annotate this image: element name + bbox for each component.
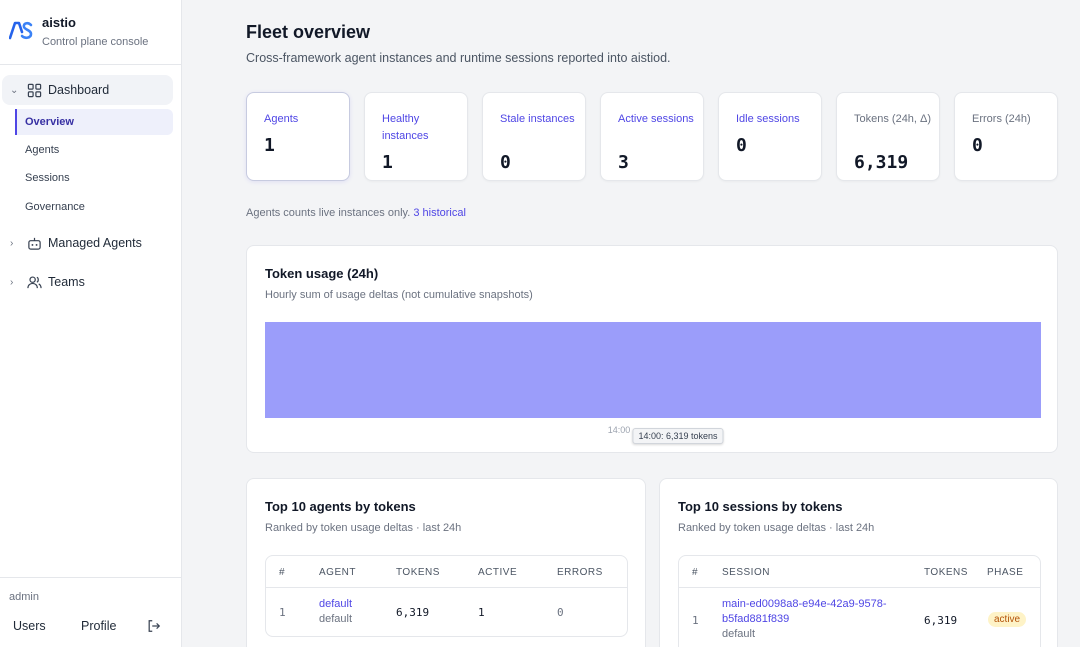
robot-icon: [28, 237, 41, 250]
card-title: Top 10 sessions by tokens: [678, 499, 843, 514]
sidebar-item-overview[interactable]: Overview: [15, 109, 173, 135]
token-usage-card: Token usage (24h) Hourly sum of usage de…: [246, 245, 1058, 453]
users-link[interactable]: Users: [13, 619, 46, 633]
stat-card-idle-sessions[interactable]: Idle sessions 0: [718, 92, 822, 181]
nav-teams-label: Teams: [48, 275, 85, 289]
stat-value: 0: [972, 135, 983, 156]
logout-icon[interactable]: [147, 619, 161, 633]
card-title: Token usage (24h): [265, 266, 379, 281]
top-agents-card: Top 10 agents by tokens Ranked by token …: [246, 478, 646, 647]
token-usage-chart: 14:00 14:00: 6,319 tokens: [265, 322, 1041, 444]
stat-value: 0: [500, 152, 511, 173]
stat-value: 3: [618, 152, 629, 173]
main-content: Fleet overview Cross-framework agent ins…: [182, 0, 1080, 647]
session-tokens: 6,319: [924, 614, 958, 627]
page-subtitle: Cross-framework agent instances and runt…: [246, 51, 671, 65]
stat-card-agents[interactable]: Agents 1: [246, 92, 350, 181]
stat-card-stale-instances[interactable]: Stale instances 0: [482, 92, 586, 181]
users-icon: [27, 275, 42, 288]
stat-label: Tokens (24h, Δ): [854, 113, 932, 125]
dashboard-grid-icon: [27, 83, 42, 97]
brand-header: aistio Control plane console: [0, 0, 181, 65]
session-namespace: default: [722, 628, 756, 640]
profile-link[interactable]: Profile: [81, 619, 116, 633]
phase-badge: active: [988, 612, 1027, 627]
stat-label: Idle sessions: [736, 113, 800, 125]
stat-card-active-sessions[interactable]: Active sessions 3: [600, 92, 704, 181]
agent-link[interactable]: default: [319, 598, 352, 610]
table-header: # AGENT TOKENS ACTIVE ERRORS: [266, 556, 627, 588]
stat-label: Healthy instances: [382, 113, 429, 142]
chevron-right-icon: ›: [10, 276, 14, 288]
top-sessions-table: # SESSION TOKENS PHASE 1 main-ed0098a8-e…: [678, 555, 1041, 647]
agent-active: 1: [478, 606, 485, 619]
table-header: # SESSION TOKENS PHASE: [679, 556, 1040, 588]
nav-group-teams[interactable]: › Teams: [0, 267, 181, 297]
col-active: ACTIVE: [478, 567, 518, 578]
sidebar-item-agents[interactable]: Agents: [15, 137, 173, 163]
top-agents-table: # AGENT TOKENS ACTIVE ERRORS 1 default d…: [265, 555, 628, 637]
col-tokens: TOKENS: [924, 567, 968, 578]
brand-name: aistio: [42, 15, 76, 30]
chart-bar[interactable]: [265, 322, 1041, 418]
agent-namespace: default: [319, 613, 353, 625]
col-tokens: TOKENS: [396, 567, 440, 578]
card-subtitle: Ranked by token usage deltas · last 24h: [678, 522, 875, 534]
card-subtitle: Hourly sum of usage deltas (not cumulati…: [265, 289, 533, 301]
session-link-cont[interactable]: b5fad881f839: [722, 613, 789, 625]
nav-dashboard-label: Dashboard: [48, 83, 110, 97]
col-phase: PHASE: [987, 567, 1024, 578]
stat-value: 6,319: [854, 152, 909, 173]
sidebar-item-sessions[interactable]: Sessions: [15, 165, 173, 191]
card-title: Top 10 agents by tokens: [265, 499, 416, 514]
stat-card-errors-24h: Errors (24h) 0: [954, 92, 1058, 181]
sidebar-item-governance[interactable]: Governance: [15, 194, 173, 220]
chart-tooltip: 14:00: 6,319 tokens: [632, 428, 724, 444]
col-rank: #: [692, 567, 699, 578]
note-text: Agents counts live instances only.: [246, 207, 411, 219]
top-sessions-card: Top 10 sessions by tokens Ranked by toke…: [659, 478, 1058, 647]
stat-value: 1: [382, 152, 393, 173]
page-title: Fleet overview: [246, 22, 371, 42]
chevron-right-icon: ›: [10, 237, 14, 249]
col-agent: AGENT: [319, 567, 356, 578]
sidebar: aistio Control plane console ⌄ Dashboard…: [0, 0, 182, 647]
brand-subtitle: Control plane console: [42, 36, 149, 48]
nav-group-managed-agents[interactable]: › Managed Agents: [0, 228, 181, 258]
stat-label: Stale instances: [500, 113, 575, 125]
stat-label: Agents: [264, 113, 299, 125]
chevron-down-icon: ⌄: [10, 84, 19, 96]
stat-card-healthy-instances[interactable]: Healthy instances 1: [364, 92, 468, 181]
col-errors: ERRORS: [557, 567, 603, 578]
col-rank: #: [279, 567, 286, 578]
stat-card-tokens-24h: Tokens (24h, Δ) 6,319: [836, 92, 940, 181]
nav-managed-agents-label: Managed Agents: [48, 236, 142, 250]
row-rank: 1: [279, 606, 286, 619]
stat-label: Errors (24h): [972, 113, 1031, 125]
card-subtitle: Ranked by token usage deltas · last 24h: [265, 522, 462, 534]
stat-value: 1: [264, 135, 275, 156]
agents-count-note: Agents counts live instances only. 3 his…: [246, 207, 466, 219]
sidebar-footer: admin Users Profile: [0, 577, 181, 647]
agent-tokens: 6,319: [396, 606, 430, 619]
row-rank: 1: [692, 614, 699, 627]
session-link[interactable]: main-ed0098a8-e94e-42a9-9578-: [722, 598, 887, 610]
historical-link[interactable]: 3 historical: [413, 207, 466, 219]
agent-errors: 0: [557, 606, 564, 619]
col-session: SESSION: [722, 567, 770, 578]
stat-value: 0: [736, 135, 747, 156]
nav-group-dashboard[interactable]: ⌄ Dashboard: [2, 75, 173, 105]
current-user: admin: [9, 591, 39, 603]
stat-label: Active sessions: [618, 113, 694, 125]
x-tick-label: 14:00: [607, 425, 631, 435]
aistio-logo-icon: [9, 21, 33, 40]
